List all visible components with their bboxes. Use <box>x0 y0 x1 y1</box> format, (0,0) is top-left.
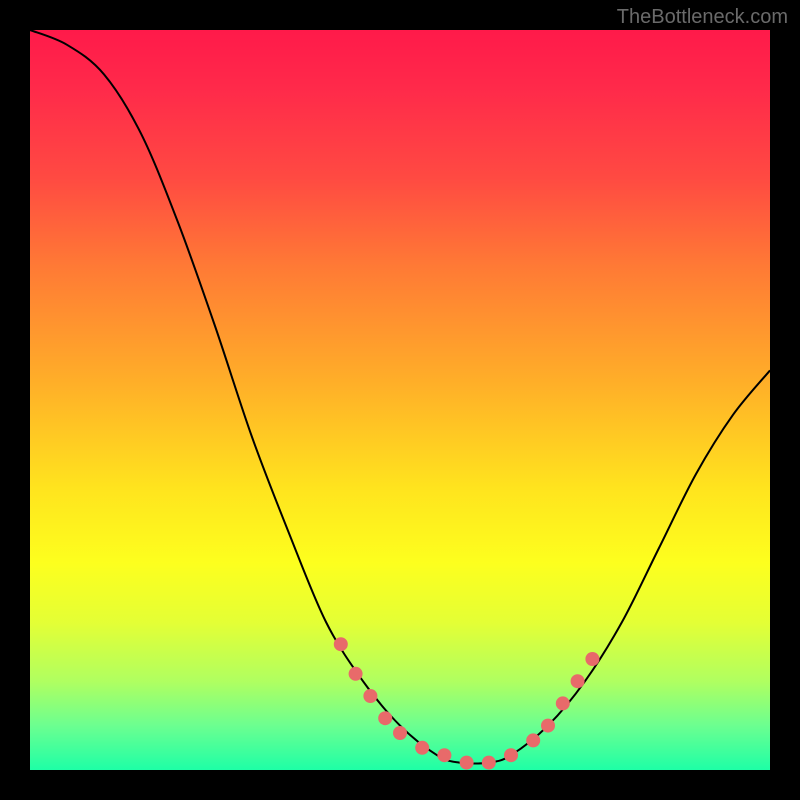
curve-marker <box>415 741 429 755</box>
curve-marker <box>556 696 570 710</box>
watermark-text: TheBottleneck.com <box>617 6 788 29</box>
curve-marker <box>504 748 518 762</box>
chart-container: TheBottleneck.com <box>0 0 800 800</box>
curve-marker <box>363 689 377 703</box>
bottleneck-curve <box>30 30 770 770</box>
curve-marker <box>541 719 555 733</box>
curve-marker <box>334 637 348 651</box>
curve-marker <box>526 733 540 747</box>
curve-marker <box>482 756 496 770</box>
curve-marker <box>393 726 407 740</box>
curve-marker <box>460 756 474 770</box>
plot-area <box>30 30 770 770</box>
curve-marker <box>378 711 392 725</box>
curve-marker <box>585 652 599 666</box>
curve-marker <box>571 674 585 688</box>
curve-line <box>30 30 770 764</box>
curve-markers <box>334 637 600 769</box>
curve-marker <box>437 748 451 762</box>
curve-marker <box>349 667 363 681</box>
